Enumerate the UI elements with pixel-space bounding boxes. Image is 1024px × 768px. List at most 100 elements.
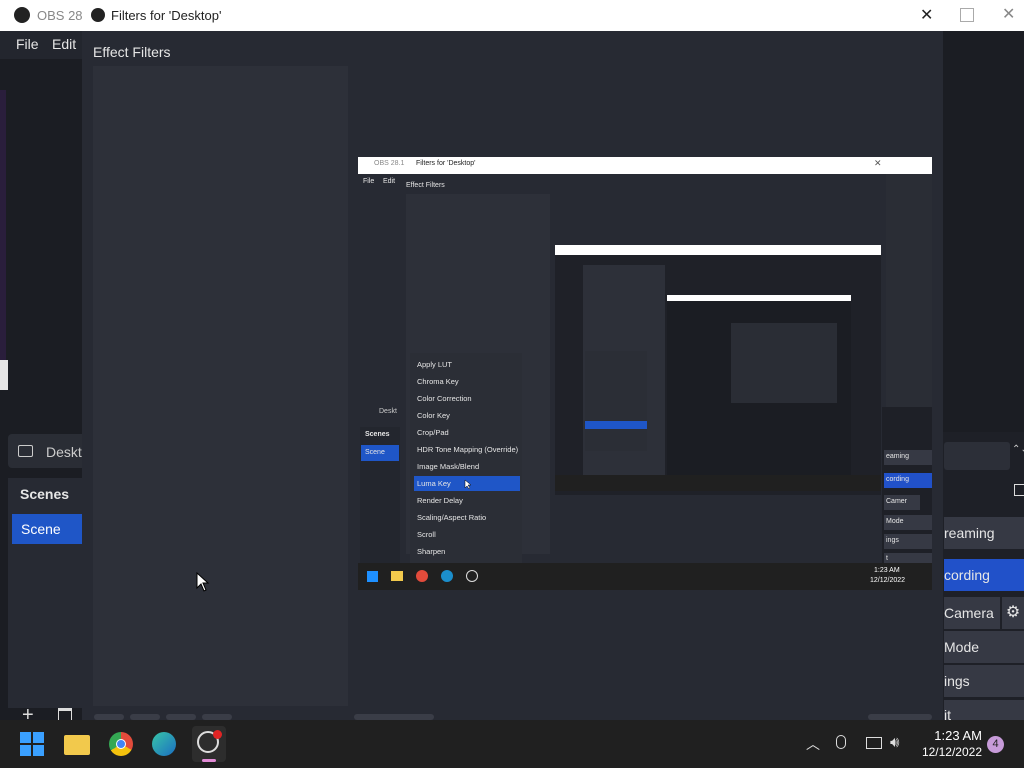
deeper-nested-preview xyxy=(555,245,881,495)
filter-menu-item: Color Correction xyxy=(417,394,472,403)
edge-icon[interactable] xyxy=(152,732,176,756)
transition-select[interactable] xyxy=(944,442,1010,470)
filters-title: Filters for 'Desktop' xyxy=(111,8,222,23)
recording-dot-icon xyxy=(213,730,222,739)
nested-effect-filters: Effect Filters xyxy=(406,182,445,189)
start-streaming-button[interactable]: reaming xyxy=(944,517,1024,549)
menu-file[interactable]: File xyxy=(16,36,39,52)
nested-edge-icon xyxy=(441,570,453,582)
nested-recording-label: cording xyxy=(886,476,909,483)
maximize-icon[interactable] xyxy=(960,8,974,22)
monitor-icon xyxy=(18,445,33,457)
deeper-menu xyxy=(585,351,647,451)
exit-label: it xyxy=(944,707,951,720)
close-icon[interactable]: ✕ xyxy=(1002,4,1015,24)
start-icon-q1 xyxy=(20,732,31,743)
nested-scenes-header: Scenes xyxy=(365,431,390,438)
nested-filters-title: Filters for 'Desktop' xyxy=(416,160,476,167)
start-icon-q2 xyxy=(33,732,44,743)
nested-streaming-label: eaming xyxy=(886,453,909,460)
gear-icon[interactable]: ⚙ xyxy=(1002,597,1024,629)
nested-camera-label: Camer xyxy=(886,498,908,505)
nested-exit-label: t xyxy=(886,555,888,562)
filter-menu-item: HDR Tone Mapping (Override) xyxy=(417,445,519,454)
mouse-cursor-icon xyxy=(196,572,210,592)
deeper-deeper xyxy=(667,295,851,475)
filter-menu-item: Scroll xyxy=(417,530,436,539)
nested-clock-time: 1:23 AM xyxy=(874,567,900,574)
virtual-camera-button[interactable]: Camera xyxy=(944,597,1000,629)
nested-preview: OBS 28.1 Filters for 'Desktop' ✕ File Ed… xyxy=(358,157,932,590)
nested-clock-date: 12/12/2022 xyxy=(870,577,906,584)
scene-label: Scene xyxy=(21,521,61,537)
add-filter-menu: Apply LUT Chroma Key Color Correction Color… xyxy=(410,353,522,563)
virtual-camera-label: Camera xyxy=(944,605,994,621)
close-icon[interactable]: ✕ xyxy=(920,5,933,25)
nested-start-icon xyxy=(367,571,378,582)
nested-settings-btn: ings xyxy=(884,534,932,549)
settings-label: ings xyxy=(944,673,970,689)
nested-settings-label: ings xyxy=(886,537,899,544)
deeper-taskbar xyxy=(555,475,881,491)
nested-camera-btn: Camer xyxy=(884,495,920,510)
nested-menu-edit: Edit xyxy=(383,178,396,185)
obs-taskbar-button[interactable] xyxy=(192,726,226,762)
start-icon-q3 xyxy=(20,745,31,756)
scene-list-item[interactable]: Scene xyxy=(12,514,82,544)
filters-titlebar: Filters for 'Desktop' ✕ xyxy=(82,0,943,31)
start-button[interactable] xyxy=(20,732,44,756)
settings-button[interactable]: ings xyxy=(944,665,1024,697)
chevron-up-icon[interactable]: ︿ xyxy=(806,734,820,754)
effect-filters-label: Effect Filters xyxy=(93,44,171,60)
preview-edge xyxy=(0,360,8,390)
dock-float-icon[interactable] xyxy=(1014,484,1024,496)
nested-streaming-btn: eaming xyxy=(884,450,932,465)
clock-date[interactable]: 12/12/2022 xyxy=(920,745,982,759)
nested-scene-label: Scene xyxy=(365,449,385,456)
notification-badge[interactable]: 4 xyxy=(987,736,1004,753)
nested-scenes-dock: Scenes Scene xyxy=(360,427,400,567)
filter-menu-item: Render Delay xyxy=(417,496,463,505)
nested-taskbar: 1:23 AM 12/12/2022 xyxy=(358,563,932,590)
filter-menu-item: Scaling/Aspect Ratio xyxy=(417,513,487,522)
exit-button[interactable]: it xyxy=(944,700,1024,720)
nested-scene-item: Scene xyxy=(361,445,399,461)
nested-obs-title: OBS 28.1 xyxy=(374,160,405,167)
nested-recording-btn: cording xyxy=(884,473,932,488)
active-indicator xyxy=(202,759,216,762)
nested-close-icon: ✕ xyxy=(874,158,882,168)
source-label: Deskt xyxy=(46,444,82,460)
scenes-header: Scenes xyxy=(20,486,70,502)
nested-obs-icon xyxy=(466,570,478,582)
effect-filters-list[interactable] xyxy=(93,66,348,706)
deeper-titlebar xyxy=(555,245,881,255)
filter-menu-item: Sharpen xyxy=(417,547,446,556)
chrome-icon[interactable] xyxy=(109,732,133,756)
deeper-selected xyxy=(585,421,647,429)
start-icon-q4 xyxy=(33,745,44,756)
obs-logo-icon xyxy=(14,7,30,23)
menu-edit[interactable]: Edit xyxy=(52,36,76,52)
network-icon[interactable] xyxy=(866,737,882,749)
preview-strip xyxy=(0,90,6,360)
filter-menu-item: Color Key xyxy=(417,411,450,420)
nested-source-label: Deskt xyxy=(379,408,397,415)
nested-menu-file: File xyxy=(363,178,375,185)
filter-menu-item: Chroma Key xyxy=(417,377,459,386)
start-recording-label: cording xyxy=(944,567,990,583)
studio-mode-label: Mode xyxy=(944,639,980,655)
nested-chrome-icon xyxy=(416,570,428,582)
microphone-icon[interactable] xyxy=(836,735,846,749)
volume-icon[interactable]: 🔊︎ xyxy=(890,734,899,751)
file-explorer-icon[interactable] xyxy=(64,735,90,755)
start-recording-button[interactable]: cording xyxy=(944,559,1024,591)
nested-titlebar: OBS 28.1 Filters for 'Desktop' ✕ xyxy=(358,157,932,174)
obs-logo-icon xyxy=(91,8,105,22)
spinner-icon[interactable]: ⌃⌄ xyxy=(1012,444,1024,455)
nested-folder-icon xyxy=(391,571,403,581)
filter-menu-item: Crop/Pad xyxy=(417,428,449,437)
nested-mode-label: Mode xyxy=(886,518,904,525)
clock-time[interactable]: 1:23 AM xyxy=(932,728,982,743)
filter-menu-item: Image Mask/Blend xyxy=(417,462,480,471)
studio-mode-button[interactable]: Mode xyxy=(944,631,1024,663)
